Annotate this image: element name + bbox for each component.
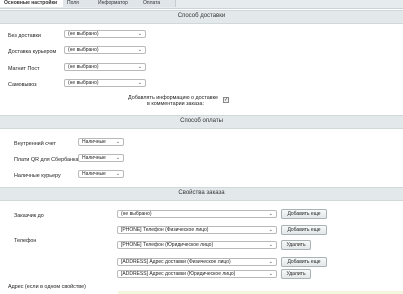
payment-select-qr[interactable]: Наличные ⌄ — [78, 154, 124, 162]
props-label-address: Адрес (если в одном свойстве) — [8, 284, 86, 290]
delivery-label-courier: Доставка курьером — [8, 49, 57, 55]
add-info-checkbox[interactable]: ✓ — [223, 97, 229, 103]
payment-label-internal: Внутренний счет — [14, 141, 56, 147]
payment-select-courier-value: Наличные — [82, 171, 106, 177]
props-label-customer: Заказчик до — [14, 213, 44, 219]
delivery-label-none: Без доставки — [8, 33, 41, 39]
props-select-customer[interactable]: (не выбрано) ⌄ — [117, 210, 277, 218]
props-select-address-company[interactable]: [ADDRESS] Адрес доставки (Юридическое ли… — [117, 270, 277, 278]
payment-section-header: Способ оплаты — [0, 115, 403, 129]
tab-fields[interactable]: Поля — [63, 0, 98, 7]
payment-section-title: Способ оплаты — [180, 118, 223, 124]
tab-bar: Основные настройки Поля Информатор Оплат… — [0, 0, 403, 9]
props-select-phone-individual-value: [PHONE] Телефон (Физическое лицо) — [121, 227, 209, 233]
delivery-label-magnit: Магнит Пост — [8, 66, 40, 72]
chevron-down-icon: ⌄ — [137, 80, 142, 86]
chevron-down-icon: ⌄ — [137, 31, 142, 37]
payment-select-courier[interactable]: Наличные ⌄ — [78, 170, 124, 178]
chevron-down-icon: ⌄ — [115, 171, 120, 177]
delete-button[interactable]: Удалить — [281, 240, 311, 250]
delete-button[interactable]: Удалить — [281, 269, 311, 279]
payment-label-courier: Наличные курьеру — [14, 173, 61, 179]
props-select-customer-value: (не выбрано) — [121, 211, 152, 217]
delivery-select-magnit[interactable]: (не выбрано) ⌄ — [64, 63, 146, 71]
delivery-section-title: Способ доставки — [177, 13, 226, 19]
delivery-section-header: Способ доставки — [0, 10, 403, 24]
delivery-select-courier-value: (не выбрано) — [68, 47, 99, 53]
props-select-phone-individual[interactable]: [PHONE] Телефон (Физическое лицо) ⌄ — [117, 226, 277, 234]
delivery-select-pickup[interactable]: (не выбрано) ⌄ — [64, 79, 146, 87]
chevron-down-icon: ⌄ — [268, 211, 273, 217]
chevron-down-icon: ⌄ — [115, 139, 120, 145]
chevron-down-icon: ⌄ — [268, 259, 273, 265]
props-section-title: Свойства заказа — [178, 190, 225, 196]
delivery-select-none[interactable]: (не выбрано) ⌄ — [64, 30, 146, 38]
props-section-header: Свойства заказа — [0, 187, 403, 201]
delivery-select-pickup-value: (не выбрано) — [68, 80, 99, 86]
add-more-button[interactable]: Добавить еще — [281, 225, 327, 235]
chevron-down-icon: ⌄ — [137, 64, 142, 70]
tab-payment[interactable]: Оплата — [139, 0, 176, 7]
add-more-button[interactable]: Добавить еще — [281, 257, 327, 267]
delivery-label-pickup: Самовывоз — [8, 82, 37, 88]
props-select-phone-company[interactable]: [PHONE] Телефон (Юридическое лицо) ⌄ — [117, 241, 277, 249]
delivery-select-magnit-value: (не выбрано) — [68, 64, 99, 70]
delivery-select-none-value: (не выбрано) — [68, 31, 99, 37]
payment-label-qr: Плати QR для Сбербанка — [14, 157, 79, 163]
props-select-address-company-value: [ADDRESS] Адрес доставки (Юридическое ли… — [121, 271, 236, 277]
payment-select-internal[interactable]: Наличные ⌄ — [78, 138, 124, 146]
payment-select-internal-value: Наличные — [82, 139, 106, 145]
add-more-button[interactable]: Добавить еще — [281, 209, 327, 219]
tab-main-settings[interactable]: Основные настройки — [0, 0, 67, 7]
props-select-phone-company-value: [PHONE] Телефон (Юридическое лицо) — [121, 242, 214, 248]
props-select-address-individual-value: [ADDRESS] Адрес доставки (Физическое лиц… — [121, 259, 231, 265]
add-info-label-line2: в комментарии заказа: — [147, 101, 204, 107]
chevron-down-icon: ⌄ — [268, 227, 273, 233]
payment-select-qr-value: Наличные — [82, 155, 106, 161]
tab-informer[interactable]: Информатор — [94, 0, 143, 7]
chevron-down-icon: ⌄ — [115, 155, 120, 161]
chevron-down-icon: ⌄ — [137, 47, 142, 53]
props-label-phone: Телефон — [14, 238, 37, 244]
props-select-address-individual[interactable]: [ADDRESS] Адрес доставки (Физическое лиц… — [117, 258, 277, 266]
delivery-select-courier[interactable]: (не выбрано) ⌄ — [64, 46, 146, 54]
chevron-down-icon: ⌄ — [268, 271, 273, 277]
chevron-down-icon: ⌄ — [268, 242, 273, 248]
